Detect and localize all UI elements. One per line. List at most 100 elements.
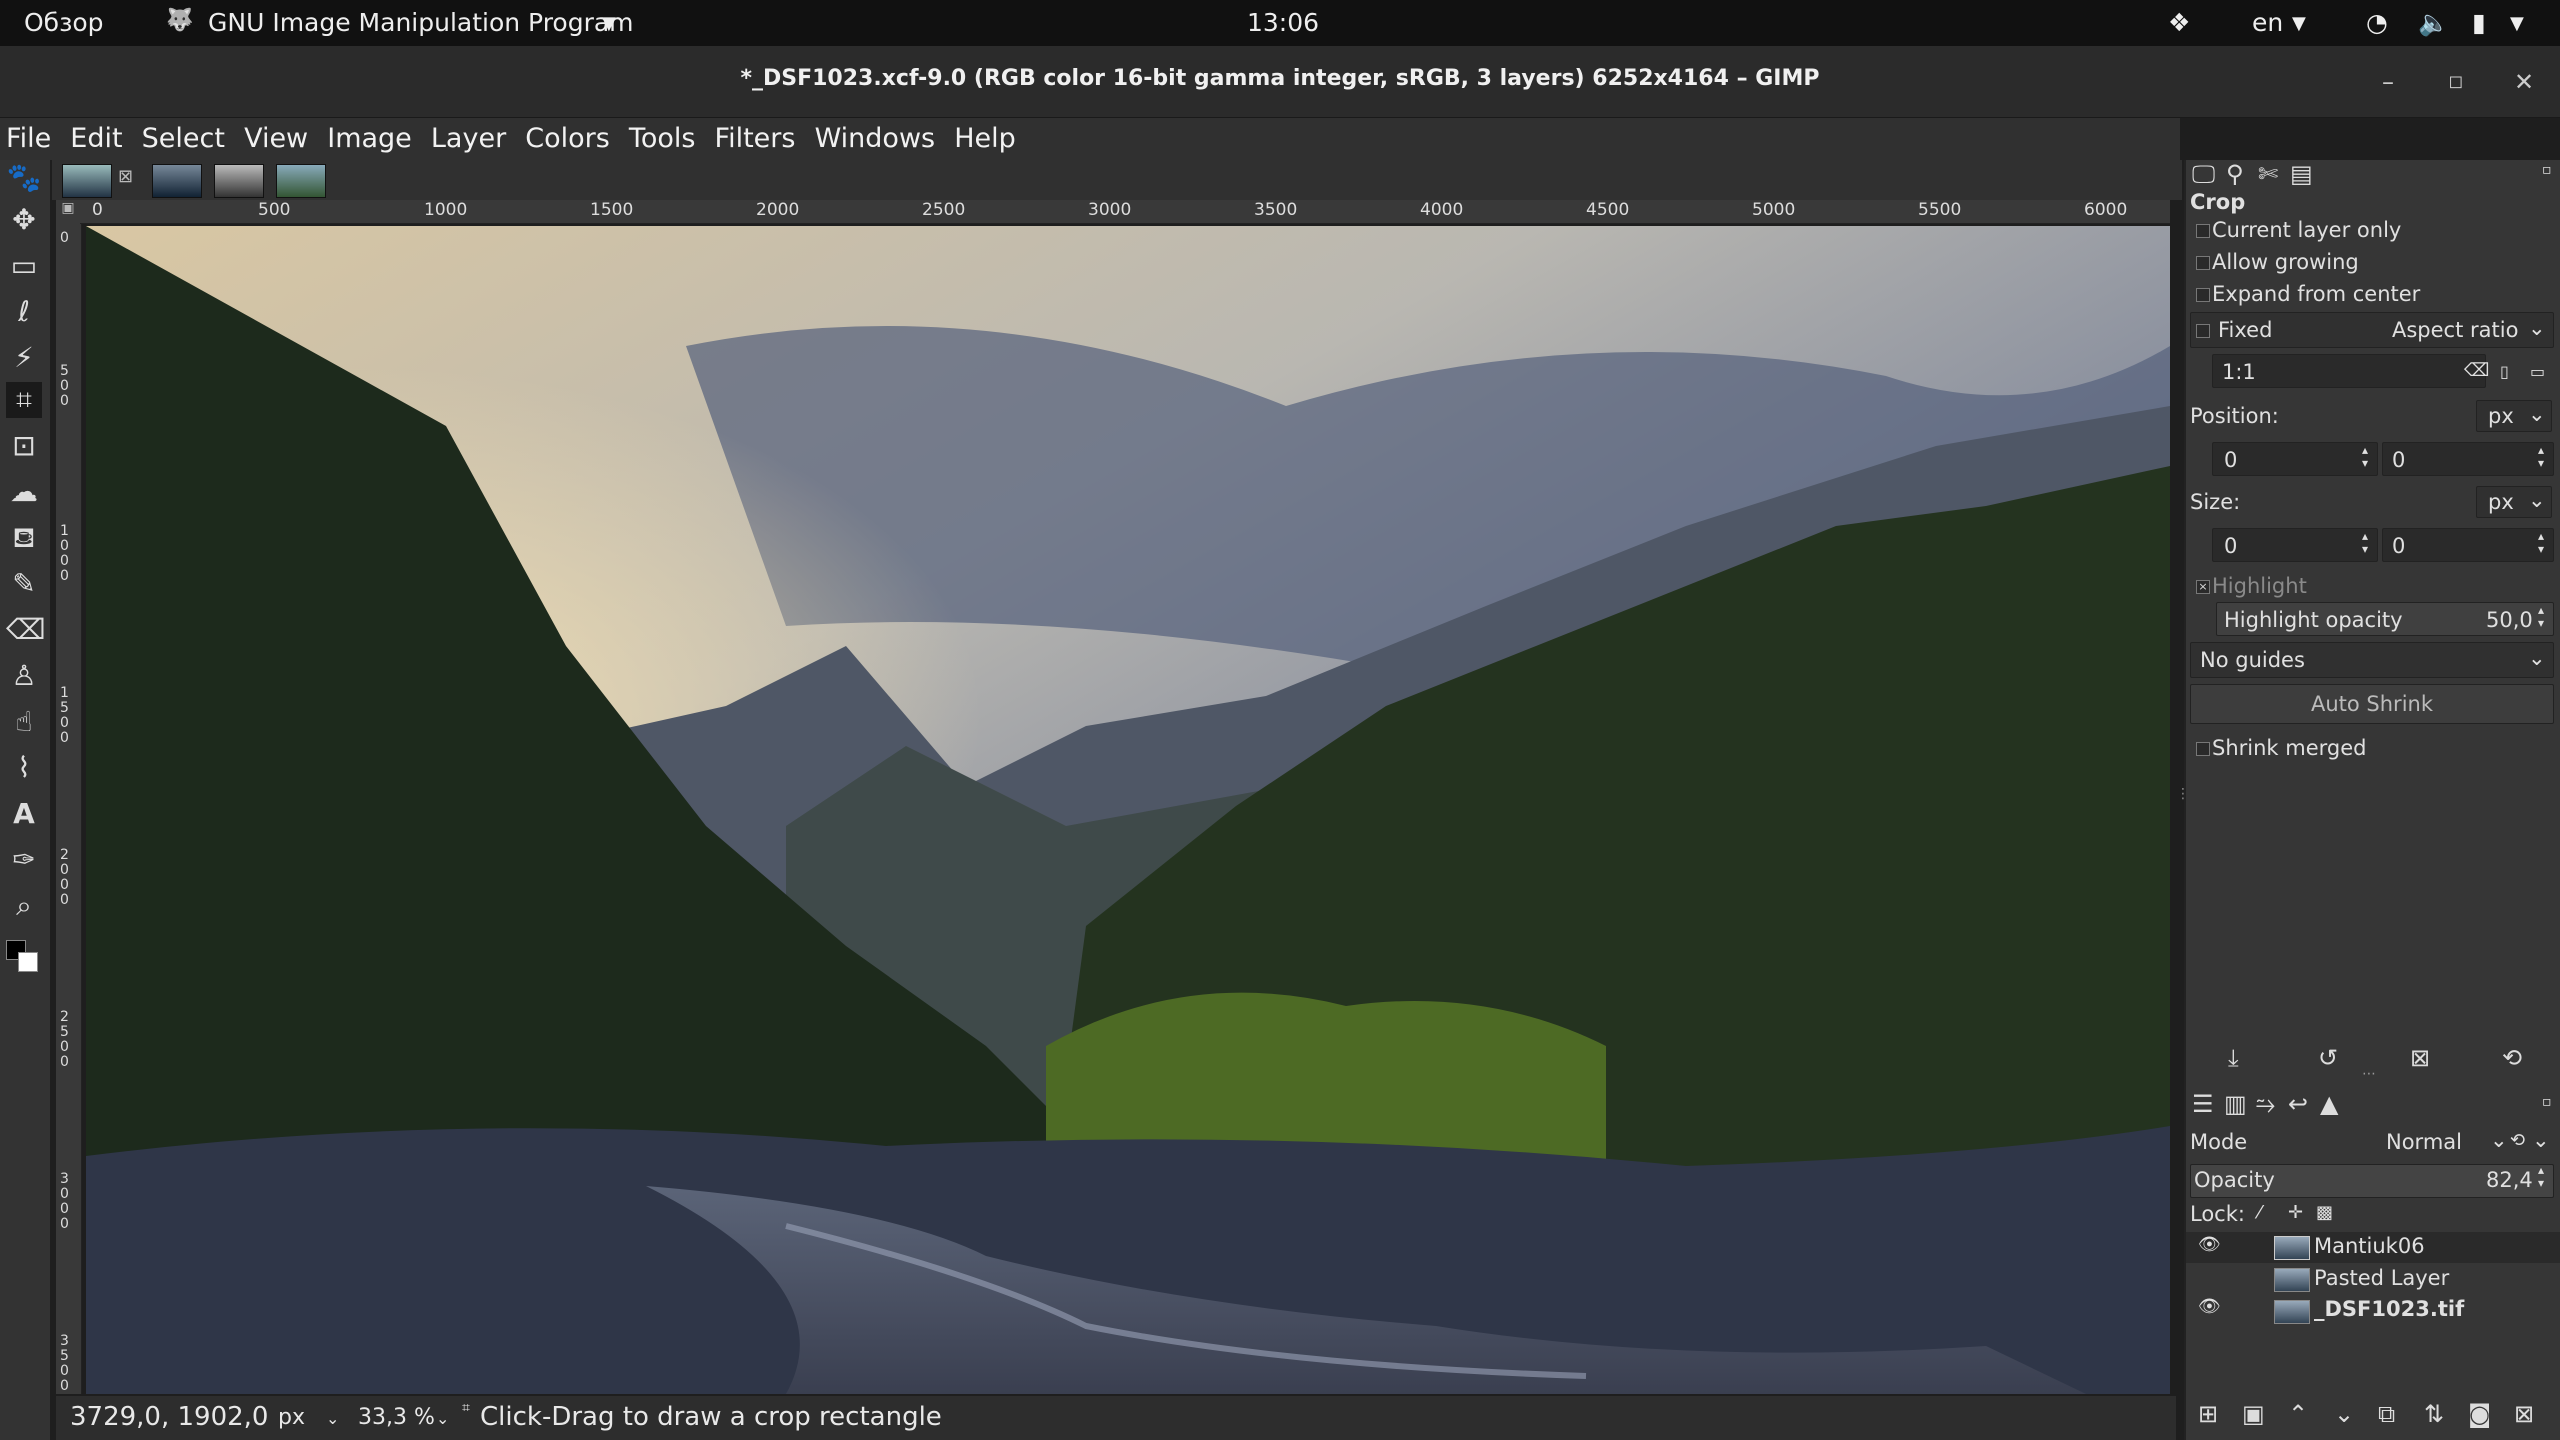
spin-arrows-icon[interactable]: ▴ ▾ [2538, 1164, 2544, 1190]
raise-layer-icon[interactable]: ⌃ [2288, 1400, 2308, 1428]
eye-icon[interactable]: 👁 [2198, 1234, 2221, 1255]
spin-arrows-icon[interactable]: ▴ ▾ [2538, 444, 2544, 470]
menu-help[interactable]: Help [954, 118, 1016, 154]
bucket-fill-tool-icon[interactable]: ⛾ [6, 520, 42, 556]
histogram-tab-icon[interactable]: ▲ [2320, 1090, 2338, 1118]
merge-down-icon[interactable]: ⇅ [2424, 1400, 2444, 1428]
dock-menu-icon[interactable]: ▫ [2542, 1094, 2552, 1110]
spin-arrows-icon[interactable]: ▴ ▾ [2538, 530, 2544, 556]
device-status-tab-icon[interactable]: ⚲ [2226, 160, 2244, 188]
chevron-down-icon[interactable]: ▼ [2510, 13, 2524, 34]
free-select-tool-icon[interactable]: ℓ [6, 294, 42, 330]
color-picker-tool-icon[interactable]: ✑ [6, 842, 42, 878]
duplicate-layer-icon[interactable]: ⧉ [2378, 1400, 2395, 1428]
add-mask-icon[interactable]: ◙ [2468, 1400, 2491, 1428]
activities-button[interactable]: Обзор [24, 8, 104, 37]
image-tab-thumbnail[interactable] [152, 164, 202, 198]
expand-from-center-checkbox[interactable] [2196, 288, 2210, 302]
vertical-ruler[interactable]: 0 500 1000 1500 2000 2500 3000 3500 [56, 224, 82, 1394]
menu-image[interactable]: Image [327, 118, 412, 154]
chevron-down-icon[interactable]: ⌄ [2532, 1128, 2550, 1152]
channels-tab-icon[interactable]: ▥ [2224, 1090, 2247, 1118]
chevron-down-icon[interactable]: ⌄ [436, 1409, 449, 1428]
horizontal-ruler[interactable]: 0 500 1000 1500 2000 2500 3000 3500 4000… [80, 200, 2170, 224]
delete-options-icon[interactable]: ⊠ [2410, 1044, 2430, 1072]
menu-tools[interactable]: Tools [629, 118, 696, 154]
image-tab-thumbnail[interactable] [276, 164, 326, 198]
wifi-icon[interactable]: ◔ [2366, 8, 2388, 37]
spin-arrows-icon[interactable]: ▴ ▾ [2538, 604, 2544, 630]
auto-shrink-button[interactable]: Auto Shrink [2190, 684, 2554, 724]
dock-resize-handle[interactable]: ⋯ [2362, 1066, 2376, 1082]
chevron-down-icon[interactable]: ⌄ [2528, 402, 2546, 426]
chevron-down-icon[interactable]: ⌄ [2528, 316, 2546, 340]
menu-view[interactable]: View [244, 118, 308, 154]
rect-select-tool-icon[interactable]: ▭ [6, 248, 42, 284]
spin-arrows-icon[interactable]: ▴ ▾ [2362, 530, 2368, 556]
mode-select[interactable]: Normal [2386, 1130, 2462, 1154]
image-tab-thumbnail[interactable] [214, 164, 264, 198]
shrink-merged-checkbox[interactable] [2196, 742, 2210, 756]
crop-tool-icon[interactable]: ⌗ [6, 382, 42, 418]
paths-tool-icon[interactable]: ⌇ [6, 750, 42, 786]
lock-pixels-icon[interactable]: ⁄ [2258, 1202, 2261, 1223]
image-tab-thumbnail[interactable] [62, 164, 112, 198]
layer-name[interactable]: Mantiuk06 [2314, 1234, 2425, 1258]
lower-layer-icon[interactable]: ⌄ [2334, 1400, 2354, 1428]
move-tool-icon[interactable]: ✥ [6, 202, 42, 238]
undo-history-tab-icon[interactable]: ✄ [2258, 160, 2278, 188]
lock-position-icon[interactable]: ✛ [2288, 1202, 2303, 1223]
composite-mode-icon[interactable]: ⟲ [2510, 1130, 2525, 1151]
zoom-select[interactable]: 33,3 % [358, 1405, 435, 1430]
chevron-down-icon[interactable]: ⌄ [326, 1409, 339, 1428]
maximize-button[interactable]: ◻ [2436, 64, 2476, 100]
current-layer-only-checkbox[interactable] [2196, 224, 2210, 238]
allow-growing-checkbox[interactable] [2196, 256, 2210, 270]
reset-options-icon[interactable]: ⟲ [2502, 1044, 2522, 1072]
lock-alpha-icon[interactable]: ▩ [2316, 1202, 2333, 1223]
chevron-down-icon[interactable]: ▼ [2292, 13, 2306, 34]
fixed-mode-select[interactable]: Aspect ratio [2392, 318, 2518, 342]
background-color-swatch[interactable] [18, 952, 38, 972]
pane-resize-handle[interactable]: ⋮ [2176, 786, 2190, 810]
smudge-tool-icon[interactable]: ☝ [6, 704, 42, 740]
warp-transform-tool-icon[interactable]: ☁ [6, 474, 42, 510]
image-canvas[interactable] [86, 226, 2170, 1394]
close-button[interactable]: ✕ [2504, 64, 2544, 100]
zoom-tool-icon[interactable]: ⌕ [6, 888, 42, 924]
new-layer-icon[interactable]: ⊞ [2198, 1400, 2218, 1428]
highlight-checkbox[interactable]: × [2196, 580, 2210, 594]
clock[interactable]: 13:06 [1247, 8, 1319, 37]
eraser-tool-icon[interactable]: ⌫ [6, 612, 46, 648]
delete-layer-icon[interactable]: ⊠ [2514, 1400, 2534, 1428]
close-tab-icon[interactable]: ⊠ [118, 166, 133, 187]
menu-select[interactable]: Select [142, 118, 225, 154]
spin-arrows-icon[interactable]: ▴ ▾ [2362, 444, 2368, 470]
layer-name[interactable]: _DSF1023.tif [2314, 1297, 2464, 1321]
portrait-icon[interactable]: ▯ [2500, 362, 2509, 381]
landscape-icon[interactable]: ▭ [2530, 362, 2545, 381]
minimize-button[interactable]: – [2368, 64, 2408, 100]
layer-name[interactable]: Pasted Layer [2314, 1266, 2449, 1290]
position-y-spin[interactable] [2382, 442, 2554, 476]
fuzzy-select-tool-icon[interactable]: ⚡ [6, 340, 42, 376]
menu-windows[interactable]: Windows [815, 118, 936, 154]
paintbrush-tool-icon[interactable]: ✎ [6, 566, 42, 602]
undo-tab-icon[interactable]: ↩ [2288, 1090, 2308, 1118]
dropbox-icon[interactable]: ❖ [2168, 8, 2190, 37]
fixed-checkbox[interactable] [2196, 324, 2210, 338]
chevron-down-icon[interactable]: ▼ [602, 13, 616, 34]
images-tab-icon[interactable]: ▤ [2290, 160, 2313, 188]
size-height-spin[interactable] [2382, 528, 2554, 562]
paths-tab-icon[interactable]: ⥲ [2256, 1090, 2275, 1118]
unified-transform-tool-icon[interactable]: ⊡ [6, 428, 42, 464]
menu-edit[interactable]: Edit [70, 118, 122, 154]
menu-file[interactable]: File [6, 118, 51, 154]
chevron-down-icon[interactable]: ⌄ [2528, 488, 2546, 512]
language-indicator[interactable]: en [2252, 8, 2283, 37]
save-options-icon[interactable]: ⤓ [2228, 1044, 2239, 1072]
layers-tab-icon[interactable]: ☰ [2192, 1090, 2214, 1118]
battery-icon[interactable]: ▮ [2472, 8, 2486, 37]
app-menu[interactable]: GNU Image Manipulation Program [208, 8, 634, 37]
restore-options-icon[interactable]: ↺ [2318, 1044, 2338, 1072]
